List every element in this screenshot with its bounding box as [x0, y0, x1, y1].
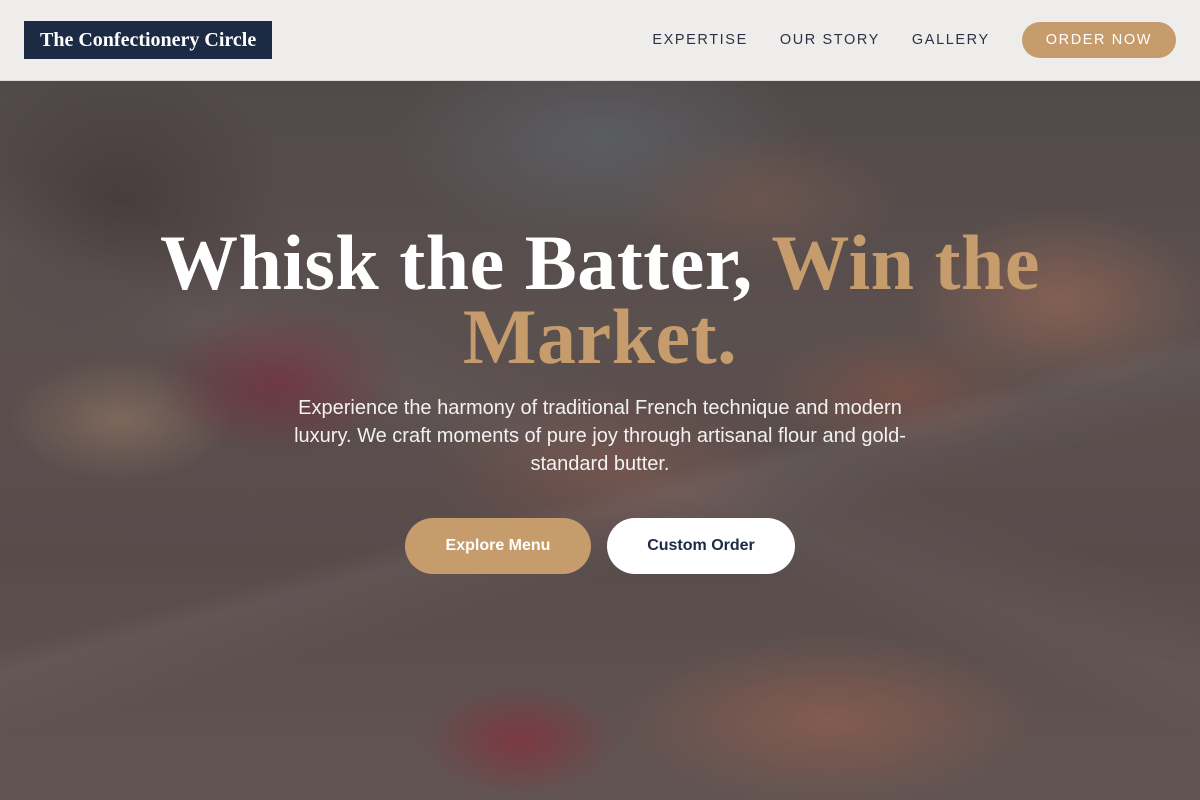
order-now-button[interactable]: ORDER NOW [1021, 22, 1176, 58]
hero-button-group: Explore Menu Custom Order [0, 518, 1200, 574]
explore-menu-button[interactable]: Explore Menu [405, 518, 591, 574]
hero-section: Whisk the Batter, Win the Market. Experi… [0, 81, 1200, 800]
hero-subtitle: Experience the harmony of traditional Fr… [294, 397, 906, 475]
nav-link-our-story[interactable]: OUR STORY [780, 32, 880, 48]
main-nav: EXPERTISE OUR STORY GALLERY ORDER NOW [652, 22, 1176, 58]
site-header: The Confectionery Circle EXPERTISE OUR S… [0, 0, 1200, 81]
hero-title: Whisk the Batter, Win the Market. [150, 224, 1050, 376]
nav-link-expertise[interactable]: EXPERTISE [652, 32, 748, 48]
nav-link-gallery[interactable]: GALLERY [912, 32, 990, 48]
custom-order-button[interactable]: Custom Order [607, 518, 795, 574]
landing-page: The Confectionery Circle EXPERTISE OUR S… [0, 0, 1200, 800]
site-logo[interactable]: The Confectionery Circle [24, 21, 273, 59]
